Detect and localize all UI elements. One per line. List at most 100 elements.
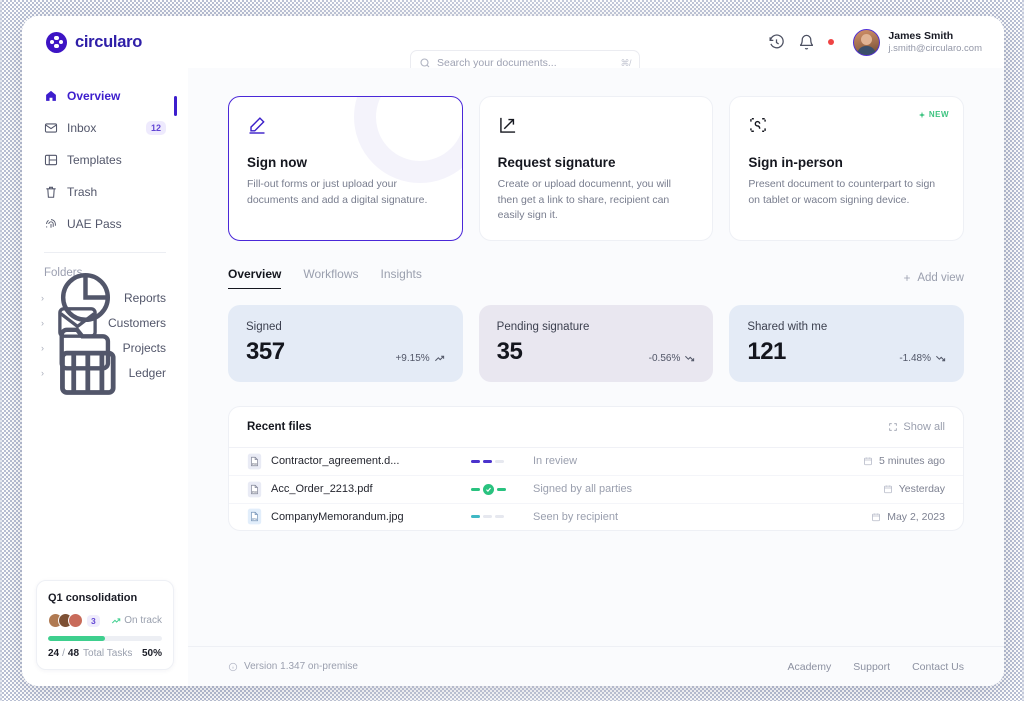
file-date-label: Yesterday xyxy=(898,483,945,496)
project-status: On track xyxy=(111,615,162,626)
app-body: Overview Inbox 12 Templates Trash UAE Pa… xyxy=(22,68,1004,686)
tasks-label: Total Tasks xyxy=(83,648,133,659)
book-icon xyxy=(60,350,116,395)
action-card-sign-in-person[interactable]: NEW Sign in-person Present document to c… xyxy=(729,96,965,241)
action-cards: Sign now Fill-out forms or just upload y… xyxy=(228,96,965,241)
scan-signature-icon xyxy=(750,118,767,132)
user-profile[interactable]: James Smith j.smith@circularo.com xyxy=(853,28,982,56)
table-row[interactable]: JPG CompanyMemorandum.jpg Seen by recipi… xyxy=(229,502,963,531)
top-bar: circularo ⌘/ James Smith xyxy=(22,16,1004,76)
folder-item-ledger[interactable]: › Ledger xyxy=(34,350,176,395)
progress-percent-label: 50% xyxy=(141,648,162,659)
footer-links: Academy Support Contact Us xyxy=(788,661,965,673)
chevron-right-icon[interactable]: › xyxy=(38,368,47,378)
stat-delta-label: +9.15% xyxy=(395,352,430,364)
stat-delta-label: -0.56% xyxy=(648,352,681,364)
sidebar-item-inbox[interactable]: Inbox 12 xyxy=(34,112,176,144)
avatar-overflow-count: 3 xyxy=(87,614,100,627)
footer-link-academy[interactable]: Academy xyxy=(788,661,832,673)
stat-card-shared-with-me[interactable]: Shared with me 121 -1.48% xyxy=(729,304,965,382)
inbox-mail-icon xyxy=(44,123,58,133)
history-clock-icon[interactable] xyxy=(768,33,785,51)
footer-link-support[interactable]: Support xyxy=(853,661,890,673)
chevron-right-icon[interactable]: › xyxy=(38,343,47,353)
new-badge-label: NEW xyxy=(928,110,950,119)
stat-cards: Signed 357 +9.15% Pending signature 35 -… xyxy=(228,304,965,382)
progress-step xyxy=(495,515,504,519)
stat-value: 121 xyxy=(747,337,786,365)
tab-overview[interactable]: Overview xyxy=(228,267,282,289)
file-date: 5 minutes ago xyxy=(863,455,945,467)
show-all-button[interactable]: Show all xyxy=(888,421,945,433)
stat-value: 35 xyxy=(496,337,523,365)
footer-link-contact-us[interactable]: Contact Us xyxy=(912,661,964,673)
sidebar-item-trash[interactable]: Trash xyxy=(34,176,176,208)
action-card-request-signature[interactable]: Request signature Create or upload docum… xyxy=(478,96,714,241)
sidebar-item-overview[interactable]: Overview xyxy=(34,80,177,116)
top-bar-actions: James Smith j.smith@circularo.com xyxy=(768,16,982,68)
tab-workflows[interactable]: Workflows xyxy=(303,267,358,288)
progress-step xyxy=(471,459,480,463)
file-status: In review xyxy=(533,455,578,468)
sidebar-item-uae-pass[interactable]: UAE Pass xyxy=(34,208,176,240)
project-title: Q1 consolidation xyxy=(48,592,138,604)
stat-delta: +9.15% xyxy=(395,353,444,364)
main-content: Sign now Fill-out forms or just upload y… xyxy=(188,68,1004,686)
action-card-sign-now[interactable]: Sign now Fill-out forms or just upload y… xyxy=(228,96,463,241)
project-progress-card[interactable]: Q1 consolidation 3 On track 24 / 48 Tota… xyxy=(36,580,174,670)
stat-label: Signed xyxy=(246,320,282,333)
calendar-icon xyxy=(872,513,881,521)
sidebar-item-label: Inbox xyxy=(67,121,97,135)
sidebar-item-templates[interactable]: Templates xyxy=(34,144,176,176)
stat-card-signed[interactable]: Signed 357 +9.15% xyxy=(228,304,463,382)
brand-name: circularo xyxy=(75,32,142,51)
file-name: Acc_Order_2213.pdf xyxy=(271,483,373,496)
card-description: Present document to counterpart to sign … xyxy=(748,178,936,206)
tabs-bar: Overview Workflows Insights Add view xyxy=(228,267,964,289)
app-window: circularo ⌘/ James Smith xyxy=(22,16,1004,686)
table-row[interactable]: PDF Acc_Order_2213.pdf Signed by all par… xyxy=(229,475,963,503)
active-indicator xyxy=(174,96,177,116)
table-row[interactable]: PDF Contractor_agreement.d... In review xyxy=(229,448,963,476)
stat-delta-label: -1.48% xyxy=(899,352,932,364)
sidebar-item-label: Templates xyxy=(67,153,122,167)
main-scroll-area: Sign now Fill-out forms or just upload y… xyxy=(188,68,1004,646)
version-info: Version 1.347 on-premise xyxy=(228,661,358,672)
progress-step xyxy=(483,459,492,463)
progress-step xyxy=(497,487,506,491)
add-view-button[interactable]: Add view xyxy=(902,272,964,284)
trend-down-icon xyxy=(685,355,695,361)
folder-label: Ledger xyxy=(128,365,166,380)
trend-up-icon xyxy=(434,355,444,361)
trend-down-icon xyxy=(936,355,946,361)
avatar-group: 3 xyxy=(48,613,100,628)
tab-insights[interactable]: Insights xyxy=(381,267,422,288)
file-status: Signed by all parties xyxy=(533,483,633,496)
chevron-right-icon[interactable]: › xyxy=(38,318,47,328)
user-email: j.smith@circularo.com xyxy=(888,42,982,54)
sidebar: Overview Inbox 12 Templates Trash UAE Pa… xyxy=(22,68,188,686)
jpg-file-icon: JPG xyxy=(247,508,262,525)
bell-icon[interactable] xyxy=(798,34,815,51)
file-name: Contractor_agreement.d... xyxy=(271,455,400,468)
file-progress xyxy=(471,459,521,463)
home-icon xyxy=(46,90,56,101)
stat-card-pending-signature[interactable]: Pending signature 35 -0.56% xyxy=(478,304,714,382)
folder-label: Projects xyxy=(122,340,166,355)
progress-step xyxy=(471,487,480,491)
card-title: Sign now xyxy=(247,155,307,170)
progress-bar-fill xyxy=(48,636,105,641)
stat-delta: -1.48% xyxy=(899,353,946,364)
user-name: James Smith xyxy=(888,29,954,42)
trend-up-icon xyxy=(112,617,121,623)
stat-label: Pending signature xyxy=(496,320,590,333)
new-badge: NEW xyxy=(918,110,949,119)
calendar-icon xyxy=(864,457,872,466)
circularo-logo-icon xyxy=(46,31,67,53)
recent-files-title: Recent files xyxy=(247,420,312,433)
expand-icon xyxy=(889,422,898,431)
brand-logo[interactable]: circularo xyxy=(22,31,188,53)
progress-bar-track xyxy=(48,636,162,641)
sidebar-item-label: Trash xyxy=(67,185,98,199)
chevron-right-icon[interactable]: › xyxy=(38,293,47,303)
